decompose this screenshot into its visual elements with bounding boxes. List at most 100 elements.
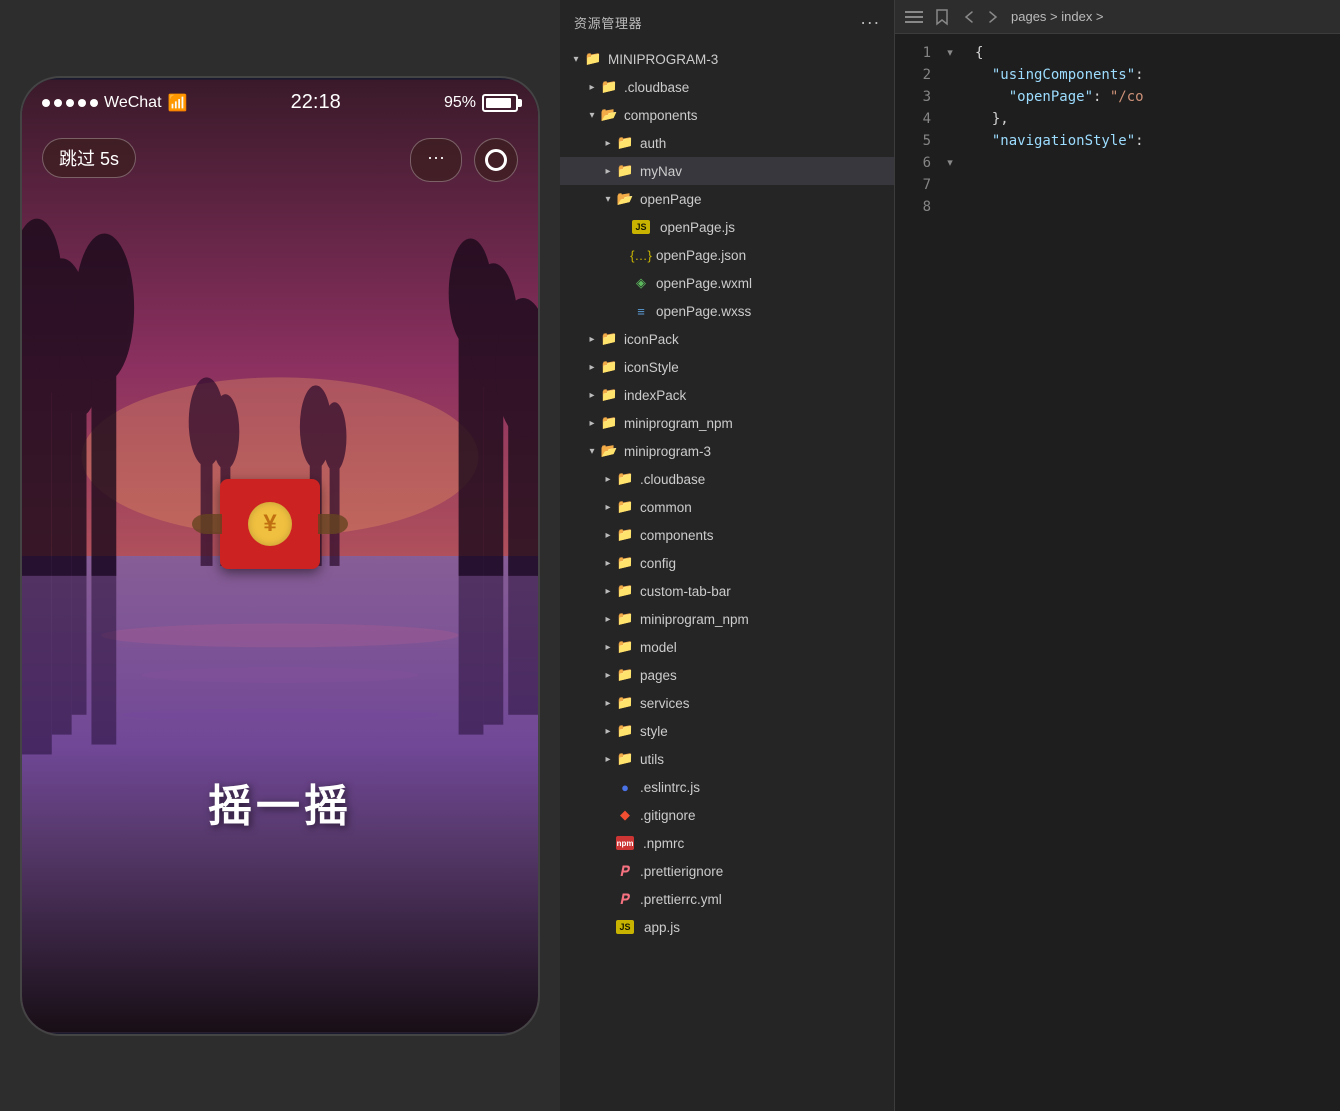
openPage-wxml-label: openPage.wxml: [656, 276, 752, 291]
tree-item-myNav[interactable]: 📁 myNav: [560, 157, 894, 185]
components-inner-label: components: [640, 528, 714, 543]
tree-item-common[interactable]: 📁 common: [560, 493, 894, 521]
tree-item-openPage-json[interactable]: {…} openPage.json: [560, 241, 894, 269]
nav-back-icon[interactable]: [961, 8, 979, 26]
tree-item-pages[interactable]: 📁 pages: [560, 661, 894, 689]
iconStyle-icon: 📁: [600, 360, 618, 374]
tree-item-cloudbase-root[interactable]: 📁 .cloudbase: [560, 73, 894, 101]
tree-item-miniprogram-npm-inner[interactable]: 📁 miniprogram_npm: [560, 605, 894, 633]
tree-item-components-root[interactable]: 📂 components: [560, 101, 894, 129]
line-num-8: 8: [895, 196, 931, 218]
collapse-6[interactable]: ▾: [941, 152, 959, 174]
status-right: 95%: [444, 94, 518, 112]
tree-item-auth[interactable]: 📁 auth: [560, 129, 894, 157]
phone-screen: WeChat 📶 22:18 95% 跳过 5s ···: [22, 78, 538, 1034]
battery-pct-label: 95%: [444, 94, 476, 112]
line-numbers: 1 2 3 4 5 6 7 8: [895, 34, 941, 1111]
tree-item-prettierrc[interactable]: 𝑷 .prettierrc.yml: [560, 885, 894, 913]
cloudbase-inner-arrow: [600, 471, 616, 487]
more-options-button[interactable]: ···: [410, 138, 462, 182]
code-line-8: "navigationStyle":: [975, 130, 1324, 152]
cloudbase-inner-icon: 📁: [616, 472, 634, 486]
code-line-4: "openPage": "/co: [975, 86, 1324, 108]
record-button[interactable]: [474, 138, 518, 182]
tree-item-config[interactable]: 📁 config: [560, 549, 894, 577]
pages-arrow: [600, 667, 616, 683]
myNav-label: myNav: [640, 164, 682, 179]
nav-forward-icon[interactable]: [983, 8, 1001, 26]
gitignore-label: .gitignore: [640, 808, 696, 823]
common-icon: 📁: [616, 500, 634, 514]
file-explorer: 资源管理器 ··· 📁 MINIPROGRAM-3 📁 .cloudbase 📂…: [560, 0, 895, 1111]
miniprogram-3-arrow: [584, 443, 600, 459]
root-folder-icon: 📁: [584, 52, 602, 66]
tree-item-style[interactable]: 📁 style: [560, 717, 894, 745]
cloudbase-root-arrow: [584, 79, 600, 95]
npmrc-icon: npm: [616, 836, 634, 850]
line-num-5: 5: [895, 130, 931, 152]
custom-tab-bar-arrow: [600, 583, 616, 599]
code-line-6: },: [975, 108, 1324, 130]
explorer-menu-button[interactable]: ···: [860, 12, 880, 33]
prettierrc-label: .prettierrc.yml: [640, 892, 722, 907]
bookmark-icon[interactable]: [933, 8, 951, 26]
line-num-2: 2: [895, 64, 931, 86]
common-arrow: [600, 499, 616, 515]
style-icon: 📁: [616, 724, 634, 738]
services-label: services: [640, 696, 690, 711]
tree-item-miniprogram-npm-root[interactable]: 📁 miniprogram_npm: [560, 409, 894, 437]
indexPack-arrow: [584, 387, 600, 403]
miniprogram-npm-inner-arrow: [600, 611, 616, 627]
app-name-label: WeChat: [104, 94, 162, 112]
root-arrow: [568, 51, 584, 67]
model-arrow: [600, 639, 616, 655]
components-inner-arrow: [600, 527, 616, 543]
pages-icon: 📁: [616, 668, 634, 682]
tree-item-custom-tab-bar[interactable]: 📁 custom-tab-bar: [560, 577, 894, 605]
spacer-5: [941, 130, 959, 152]
top-right-buttons: ···: [410, 138, 518, 182]
tree-item-root[interactable]: 📁 MINIPROGRAM-3: [560, 45, 894, 73]
list-view-icon[interactable]: [905, 8, 923, 26]
spacer-7: [941, 174, 959, 196]
line-num-4: 4: [895, 108, 931, 130]
tree-item-gitignore[interactable]: ◆ .gitignore: [560, 801, 894, 829]
tree-item-openPage-js[interactable]: JS openPage.js: [560, 213, 894, 241]
eslintrc-icon: ●: [616, 780, 634, 794]
cloudbase-root-label: .cloudbase: [624, 80, 689, 95]
model-label: model: [640, 640, 677, 655]
openPage-js-label: openPage.js: [660, 220, 735, 235]
tree-item-miniprogram-3[interactable]: 📂 miniprogram-3: [560, 437, 894, 465]
prettierrc-icon: 𝑷: [616, 892, 634, 906]
style-arrow: [600, 723, 616, 739]
tree-item-app-js[interactable]: JS app.js: [560, 913, 894, 941]
tree-item-services[interactable]: 📁 services: [560, 689, 894, 717]
skip-button[interactable]: 跳过 5s: [42, 138, 136, 178]
tree-item-components-inner[interactable]: 📁 components: [560, 521, 894, 549]
tree-item-iconPack[interactable]: 📁 iconPack: [560, 325, 894, 353]
tree-item-model[interactable]: 📁 model: [560, 633, 894, 661]
tree-item-npmrc[interactable]: npm .npmrc: [560, 829, 894, 857]
tree-item-openPage-wxss[interactable]: ≡ openPage.wxss: [560, 297, 894, 325]
editor-content-area: 1 2 3 4 5 6 7 8 ▾ ▾ { "usingComponents":: [895, 34, 1340, 1111]
prettierignore-label: .prettierignore: [640, 864, 723, 879]
tree-item-openPage-wxml[interactable]: ◈ openPage.wxml: [560, 269, 894, 297]
tree-item-openPage[interactable]: 📂 openPage: [560, 185, 894, 213]
collapse-1[interactable]: ▾: [941, 42, 959, 64]
tree-item-prettierignore[interactable]: 𝑷 .prettierignore: [560, 857, 894, 885]
tree-item-cloudbase-inner[interactable]: 📁 .cloudbase: [560, 465, 894, 493]
tree-item-utils[interactable]: 📁 utils: [560, 745, 894, 773]
openPage-wxml-icon: ◈: [632, 276, 650, 290]
tree-item-indexPack[interactable]: 📁 indexPack: [560, 381, 894, 409]
signal-dot-2: [54, 99, 62, 107]
signal-dot-4: [78, 99, 86, 107]
iconStyle-arrow: [584, 359, 600, 375]
tree-item-iconStyle[interactable]: 📁 iconStyle: [560, 353, 894, 381]
explorer-header: 资源管理器 ···: [560, 0, 894, 45]
iconStyle-label: iconStyle: [624, 360, 679, 375]
miniprogram-npm-inner-label: miniprogram_npm: [640, 612, 749, 627]
style-label: style: [640, 724, 668, 739]
line-num-3: 3: [895, 86, 931, 108]
code-content[interactable]: { "usingComponents": "openPage": "/co },…: [959, 34, 1340, 1111]
tree-item-eslintrc[interactable]: ● .eslintrc.js: [560, 773, 894, 801]
